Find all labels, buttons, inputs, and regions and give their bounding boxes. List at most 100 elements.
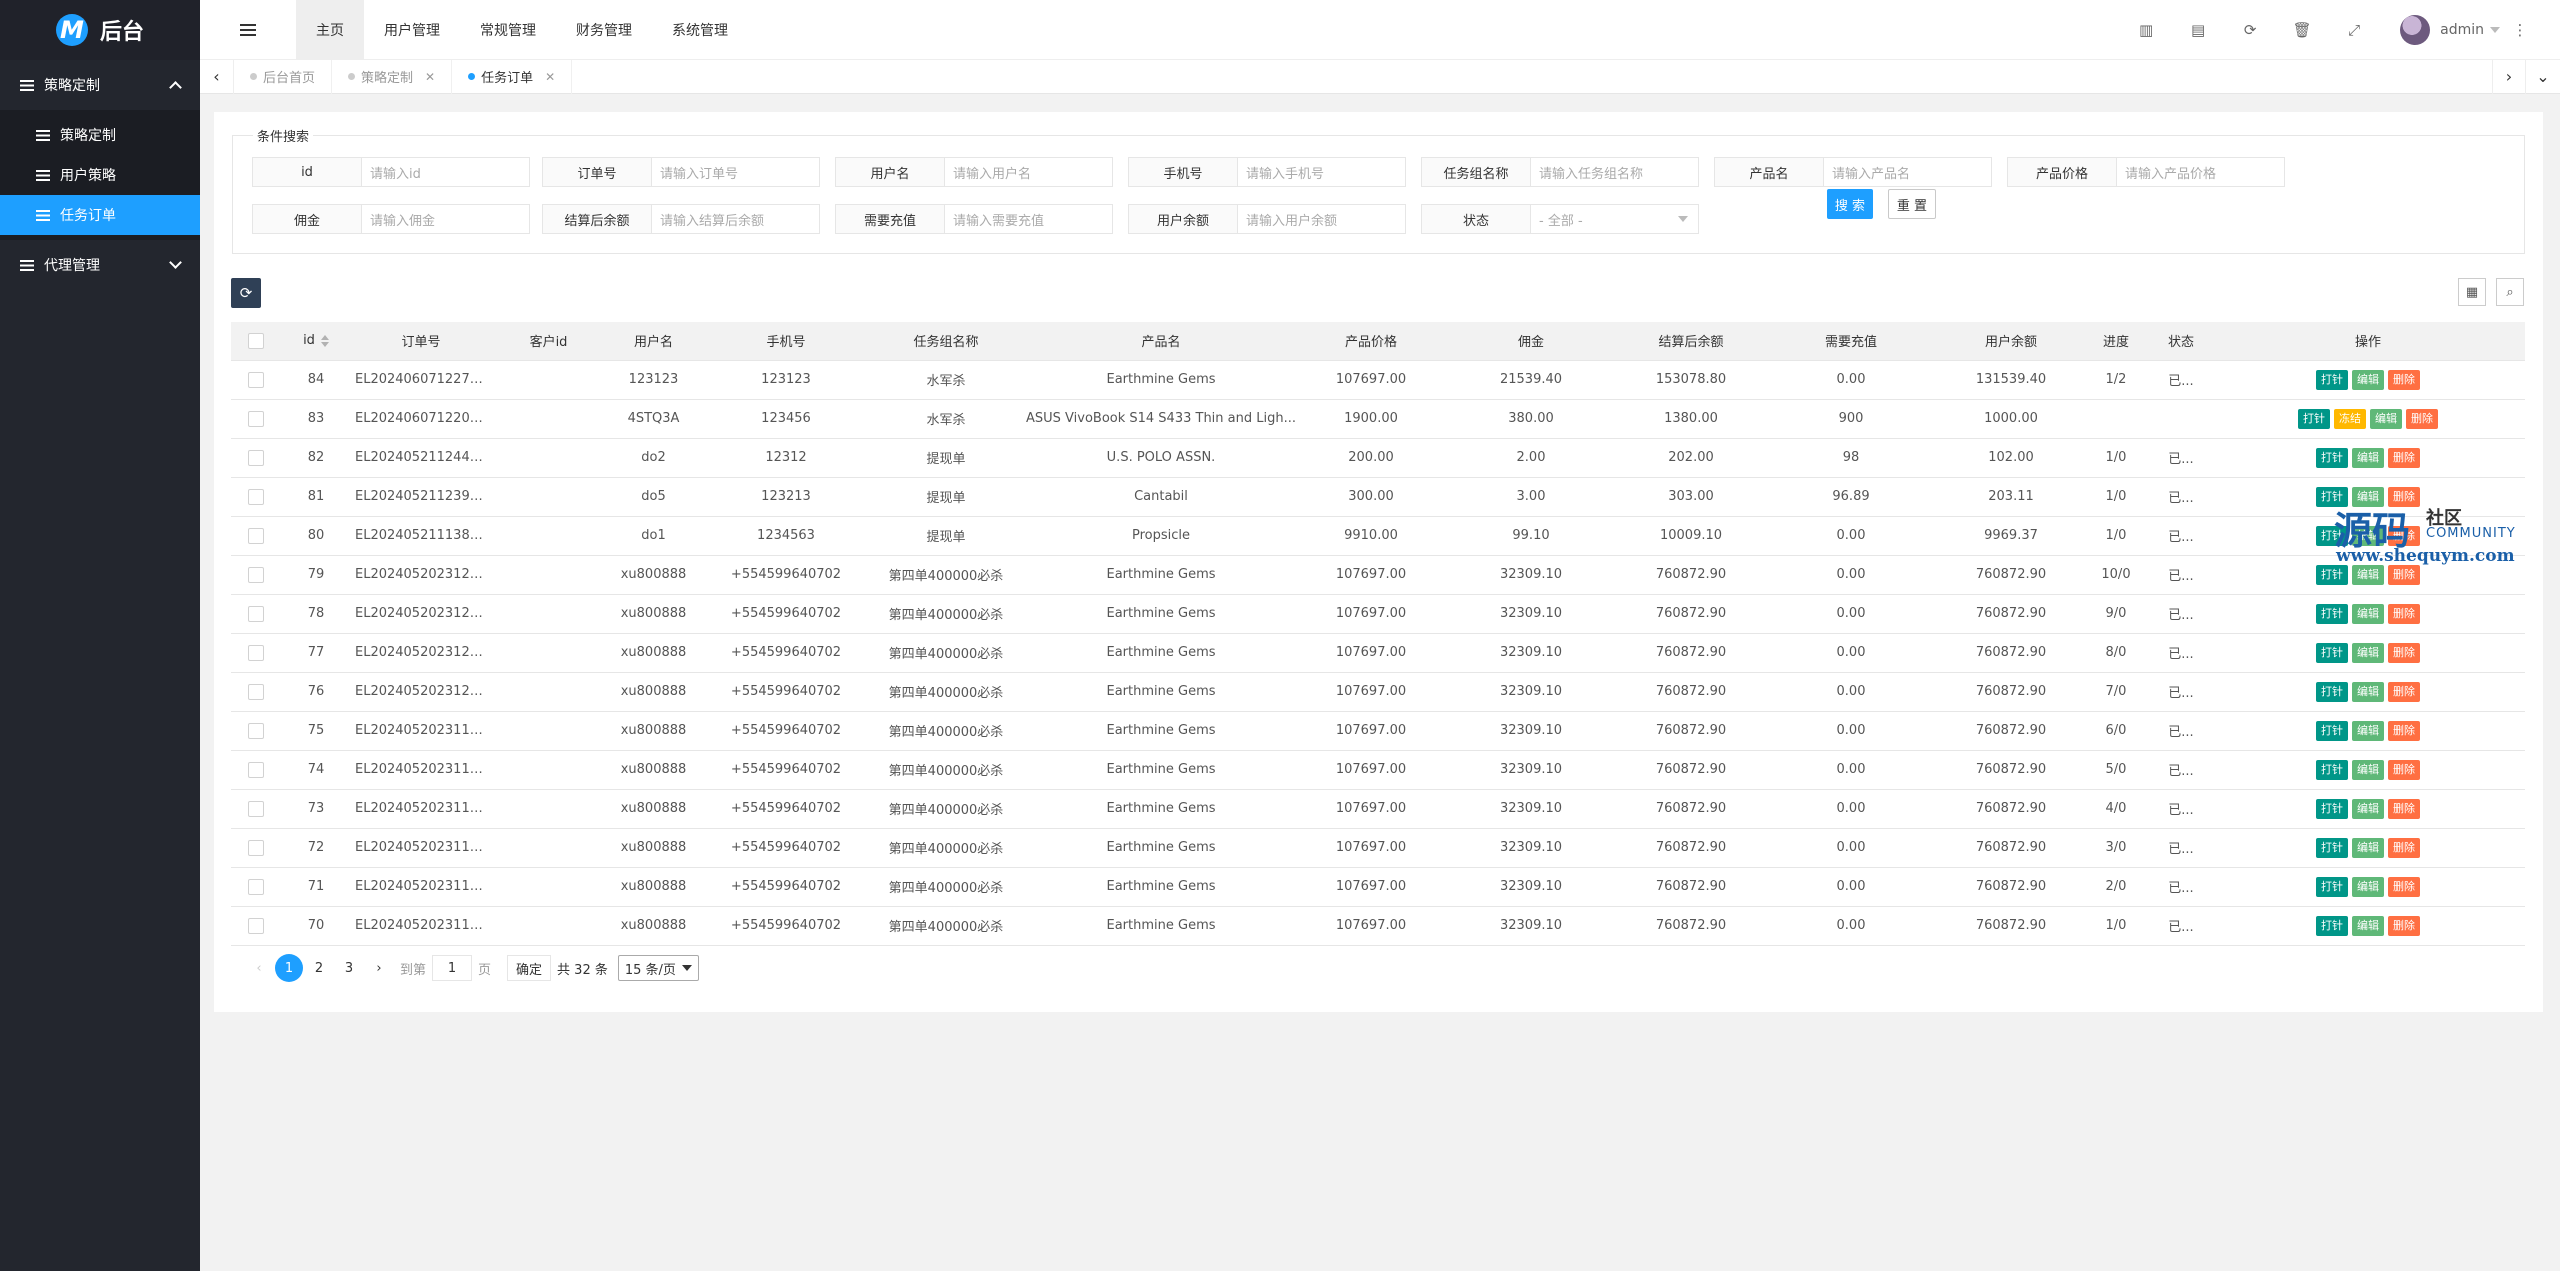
sync-button[interactable]: 冻结 (2334, 408, 2366, 429)
edit-button[interactable]: 编辑 (2352, 720, 2384, 741)
goto-page-input[interactable]: 1 (432, 955, 473, 981)
row-checkbox[interactable] (248, 644, 264, 661)
inject-button[interactable]: 打针 (2316, 798, 2348, 819)
refresh-icon[interactable]: ⟳ (2224, 0, 2276, 60)
edit-button[interactable]: 编辑 (2352, 603, 2384, 624)
trash-icon[interactable]: 🗑 (2276, 0, 2328, 60)
inject-button[interactable]: 打针 (2316, 603, 2348, 624)
search-input[interactable]: 请输入需要充值 (945, 204, 1113, 234)
inject-button[interactable]: 打针 (2316, 915, 2348, 936)
column-header[interactable]: id (281, 322, 351, 361)
row-checkbox[interactable] (248, 878, 264, 895)
close-icon[interactable]: ✕ (545, 70, 555, 84)
edit-button[interactable]: 编辑 (2352, 447, 2384, 468)
row-checkbox[interactable] (248, 566, 264, 583)
next-page-icon[interactable]: › (365, 954, 393, 982)
select-all-checkbox[interactable] (248, 332, 264, 349)
delete-button[interactable]: 删除 (2388, 759, 2420, 780)
inject-button[interactable]: 打针 (2316, 681, 2348, 702)
tab-home[interactable]: 后台首页 (234, 59, 333, 94)
inject-button[interactable]: 打针 (2316, 447, 2348, 468)
search-input[interactable]: 请输入用户名 (945, 157, 1113, 187)
edit-button[interactable]: 编辑 (2352, 681, 2384, 702)
delete-button[interactable]: 删除 (2388, 564, 2420, 585)
search-input[interactable]: 请输入结算后余额 (652, 204, 820, 234)
delete-button[interactable]: 删除 (2388, 642, 2420, 663)
row-checkbox[interactable] (248, 605, 264, 622)
search-icon[interactable]: ⌕ (2496, 278, 2524, 306)
edit-button[interactable]: 编辑 (2352, 369, 2384, 390)
page-1[interactable]: 1 (275, 954, 303, 982)
tab-next-button[interactable]: › (2492, 59, 2526, 94)
row-checkbox[interactable] (248, 488, 264, 505)
page-2[interactable]: 2 (305, 954, 333, 982)
page-3[interactable]: 3 (335, 954, 363, 982)
search-input[interactable]: 请输入佣金 (362, 204, 530, 234)
delete-button[interactable]: 删除 (2388, 681, 2420, 702)
top-menu-general[interactable]: 常规管理 (460, 0, 556, 60)
top-menu-users[interactable]: 用户管理 (364, 0, 460, 60)
row-checkbox[interactable] (248, 449, 264, 466)
table-refresh-button[interactable]: ⟳ (231, 278, 261, 308)
inject-button[interactable]: 打针 (2298, 408, 2330, 429)
row-checkbox[interactable] (248, 917, 264, 934)
sidebar-item-user-strategy[interactable]: 用户策略 (0, 155, 200, 195)
delete-button[interactable]: 删除 (2388, 876, 2420, 897)
inject-button[interactable]: 打针 (2316, 564, 2348, 585)
search-button[interactable]: 搜 索 (1827, 189, 1873, 219)
delete-button[interactable]: 删除 (2388, 720, 2420, 741)
search-input[interactable]: 请输入任务组名称 (1531, 157, 1699, 187)
sidebar-group-agent[interactable]: 代理管理 (0, 240, 200, 290)
inject-button[interactable]: 打针 (2316, 759, 2348, 780)
inject-button[interactable]: 打针 (2316, 837, 2348, 858)
delete-button[interactable]: 删除 (2388, 603, 2420, 624)
inject-button[interactable]: 打针 (2316, 642, 2348, 663)
page-size-select[interactable]: 15 条/页 (617, 955, 699, 981)
delete-button[interactable]: 删除 (2388, 915, 2420, 936)
top-menu-finance[interactable]: 财务管理 (556, 0, 652, 60)
delete-button[interactable]: 删除 (2406, 408, 2438, 429)
sidebar-item-task-orders[interactable]: 任务订单 (0, 195, 200, 235)
tab-prev-button[interactable]: ‹ (200, 59, 234, 94)
menu-toggle-button[interactable] (200, 0, 296, 60)
columns-icon[interactable]: ▦ (2458, 278, 2486, 306)
sidebar-item-strategy[interactable]: 策略定制 (0, 115, 200, 155)
goto-confirm-button[interactable]: 确定 (507, 955, 552, 981)
logo[interactable]: M 后台 (0, 0, 200, 60)
row-checkbox[interactable] (248, 683, 264, 700)
row-checkbox[interactable] (248, 527, 264, 544)
search-input[interactable]: 请输入id (362, 157, 530, 187)
edit-button[interactable]: 编辑 (2352, 915, 2384, 936)
row-checkbox[interactable] (248, 839, 264, 856)
row-checkbox[interactable] (248, 761, 264, 778)
row-checkbox[interactable] (248, 722, 264, 739)
chart-icon[interactable]: ▥ (2120, 0, 2172, 60)
search-input[interactable]: 请输入用户余额 (1238, 204, 1406, 234)
top-menu-system[interactable]: 系统管理 (652, 0, 748, 60)
delete-button[interactable]: 删除 (2388, 369, 2420, 390)
search-input[interactable]: 请输入手机号 (1238, 157, 1406, 187)
row-checkbox[interactable] (248, 371, 264, 388)
tab-strategy[interactable]: 策略定制 ✕ (332, 59, 453, 94)
edit-button[interactable]: 编辑 (2370, 408, 2402, 429)
fullscreen-icon[interactable]: ⤢ (2328, 0, 2380, 60)
search-input[interactable]: 请输入产品名 (1824, 157, 1992, 187)
tab-task-orders[interactable]: 任务订单 ✕ (452, 59, 573, 94)
edit-button[interactable]: 编辑 (2352, 798, 2384, 819)
edit-button[interactable]: 编辑 (2352, 642, 2384, 663)
search-input[interactable]: 请输入订单号 (652, 157, 820, 187)
card-icon[interactable]: ▤ (2172, 0, 2224, 60)
edit-button[interactable]: 编辑 (2352, 837, 2384, 858)
inject-button[interactable]: 打针 (2316, 876, 2348, 897)
reset-button[interactable]: 重 置 (1888, 189, 1936, 219)
more-icon[interactable]: ⋮ (2500, 0, 2540, 60)
edit-button[interactable]: 编辑 (2352, 876, 2384, 897)
sidebar-group-strategy[interactable]: 策略定制 (0, 60, 200, 110)
edit-button[interactable]: 编辑 (2352, 564, 2384, 585)
delete-button[interactable]: 删除 (2388, 798, 2420, 819)
edit-button[interactable]: 编辑 (2352, 759, 2384, 780)
inject-button[interactable]: 打针 (2316, 369, 2348, 390)
status-select[interactable]: - 全部 - (1531, 204, 1699, 234)
delete-button[interactable]: 删除 (2388, 837, 2420, 858)
prev-page-icon[interactable]: ‹ (245, 954, 273, 982)
